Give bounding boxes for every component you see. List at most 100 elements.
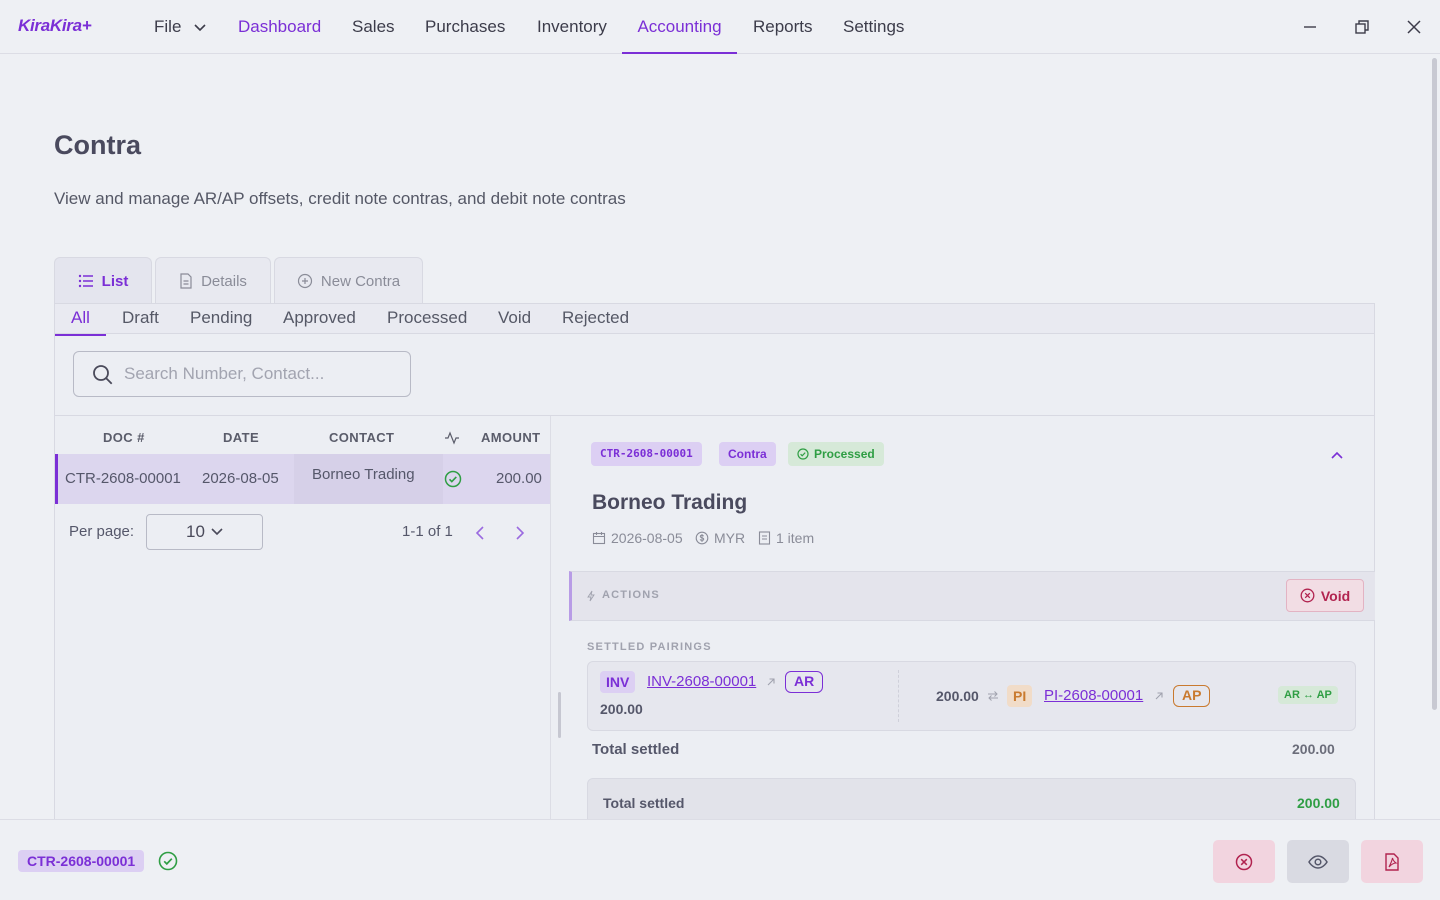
detail-items-text: 1 item — [776, 530, 815, 546]
scrollbar[interactable] — [1432, 58, 1437, 710]
status-badge: Processed — [788, 442, 884, 466]
menu-accounting[interactable]: Accounting — [622, 0, 737, 54]
menu-file-label: File — [154, 17, 182, 36]
list-icon — [78, 274, 93, 288]
page-title: Contra — [54, 130, 141, 160]
status-tab-processed[interactable]: Processed — [387, 308, 467, 334]
tab-details-label: Details — [201, 272, 247, 290]
ap-badge: AP — [1173, 685, 1211, 707]
total-settled-label: Total settled — [592, 741, 680, 758]
tab-list-label: List — [101, 272, 129, 290]
contra-detail: CTR-2608-00001 Contra Processed Borneo T… — [552, 416, 1375, 863]
col-header-date[interactable]: DATE — [223, 430, 259, 445]
total-card-label: Total settled — [603, 795, 685, 811]
col-header-contact[interactable]: CONTACT — [329, 430, 394, 445]
menu-reports[interactable]: Reports — [753, 0, 813, 54]
selected-doc-chip: CTR-2608-00001 — [18, 850, 145, 872]
col-header-doc[interactable]: DOC # — [103, 430, 145, 445]
actions-label: ACTIONS — [602, 589, 660, 601]
ar-badge: AR — [785, 671, 824, 693]
chevron-down-icon — [211, 528, 223, 536]
pagination-range: 1-1 of 1 — [402, 523, 453, 540]
type-chip: Contra — [719, 442, 776, 466]
tab-new-contra-label: New Contra — [320, 272, 401, 290]
app-logo[interactable]: KiraKira+ — [18, 16, 92, 36]
calendar-icon — [592, 532, 606, 545]
cell-amount: 200.00 — [496, 470, 542, 487]
detail-date-text: 2026-08-05 — [611, 530, 683, 546]
table-row[interactable]: CTR-2608-00001 2026-08-05 Borneo Trading… — [55, 454, 550, 504]
detail-currency: MYR — [695, 530, 745, 546]
purchase-amount: 200.00 — [936, 688, 979, 704]
per-page-label: Per page: — [69, 523, 135, 540]
settled-pairings-label: SETTLED PAIRINGS — [587, 641, 712, 653]
pdf-export-button[interactable] — [1361, 840, 1423, 883]
check-circle-icon — [797, 448, 809, 460]
total-card-value: 200.00 — [1297, 795, 1340, 811]
restore-icon[interactable] — [1352, 17, 1372, 37]
external-link-icon[interactable] — [766, 677, 776, 687]
per-page-select[interactable]: 10 — [146, 514, 263, 550]
status-tab-pending[interactable]: Pending — [190, 308, 252, 334]
minimize-icon[interactable] — [1300, 17, 1320, 37]
invoice-amount: 200.00 — [600, 701, 643, 717]
status-tab-rejected[interactable]: Rejected — [562, 308, 629, 334]
menu-sales[interactable]: Sales — [352, 0, 395, 54]
status-tab-approved[interactable]: Approved — [283, 308, 356, 334]
currency-icon — [695, 531, 709, 545]
tab-list[interactable]: List — [54, 257, 152, 304]
total-settled-value: 200.00 — [1292, 741, 1335, 757]
check-circle-icon — [444, 470, 462, 488]
menu-settings[interactable]: Settings — [843, 0, 904, 54]
status-tabs: All Draft Pending Approved Processed Voi… — [55, 304, 1374, 336]
per-page-value: 10 — [186, 522, 205, 541]
void-button[interactable]: Void — [1286, 579, 1364, 612]
search-box — [73, 351, 411, 397]
resize-handle[interactable] — [558, 692, 561, 738]
cell-date: 2026-08-05 — [202, 470, 279, 487]
chevron-down-icon — [194, 23, 206, 31]
status-tab-draft[interactable]: Draft — [122, 308, 159, 334]
menu-purchases[interactable]: Purchases — [425, 0, 505, 54]
top-bar: KiraKira+ File Dashboard Sales Purchases… — [0, 0, 1440, 54]
status-tab-all[interactable]: All — [55, 308, 106, 336]
pairing-divider — [898, 670, 899, 722]
status-tab-void[interactable]: Void — [498, 308, 531, 334]
check-circle-icon — [158, 851, 178, 871]
menu-dashboard[interactable]: Dashboard — [238, 0, 321, 54]
cell-contact: Borneo Trading — [312, 466, 415, 483]
invoice-type-badge: INV — [600, 671, 636, 693]
actions-bar: ACTIONS Void — [569, 571, 1375, 621]
detail-currency-text: MYR — [714, 530, 746, 546]
x-circle-icon — [1300, 588, 1315, 603]
tab-new-contra[interactable]: New Contra — [274, 257, 423, 304]
invoice-link[interactable]: INV-2608-00001 — [647, 673, 756, 690]
cell-doc: CTR-2608-00001 — [65, 470, 181, 487]
status-badge-label: Processed — [814, 447, 875, 461]
activity-icon — [445, 431, 459, 445]
menu-inventory[interactable]: Inventory — [537, 0, 607, 54]
preview-button[interactable] — [1287, 840, 1349, 883]
chevron-left-icon[interactable] — [475, 526, 485, 540]
ar-ap-tag: AR ↔ AP — [1278, 686, 1338, 704]
contra-list: DOC # DATE CONTACT AMOUNT CTR-2608-00001… — [55, 416, 551, 863]
purchase-invoice-link[interactable]: PI-2608-00001 — [1044, 687, 1143, 704]
pairing-card: INV INV-2608-00001 AR 200.00 200.00 PI P… — [587, 661, 1356, 731]
close-icon[interactable] — [1404, 17, 1424, 37]
chevron-up-icon[interactable] — [1331, 451, 1343, 459]
tab-details[interactable]: Details — [155, 257, 271, 304]
cancel-button[interactable] — [1213, 840, 1275, 883]
external-link-icon[interactable] — [1154, 691, 1164, 701]
x-circle-icon — [1235, 853, 1253, 870]
search-input[interactable] — [124, 362, 394, 386]
col-header-amount[interactable]: AMOUNT — [481, 430, 540, 445]
plus-circle-icon — [297, 273, 312, 289]
contra-panel: All Draft Pending Approved Processed Voi… — [54, 303, 1375, 863]
bottom-bar: CTR-2608-00001 — [0, 819, 1440, 900]
detail-contact-name: Borneo Trading — [592, 491, 748, 514]
chevron-right-icon[interactable] — [515, 526, 525, 540]
search-icon — [93, 365, 113, 385]
menu-file[interactable]: File — [154, 0, 206, 54]
swap-icon — [988, 691, 998, 701]
document-icon — [180, 273, 192, 289]
